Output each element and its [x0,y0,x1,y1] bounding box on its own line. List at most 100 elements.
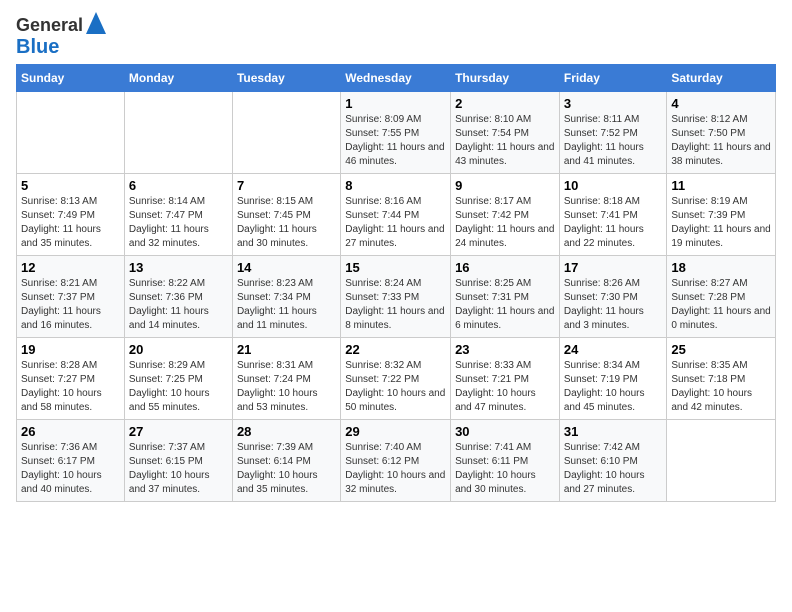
day-info: Sunrise: 8:27 AM Sunset: 7:28 PM Dayligh… [671,277,771,333]
week-row-2: 12 Sunrise: 8:21 AM Sunset: 7:37 PM Dayli… [17,256,776,338]
calendar-cell: 2 Sunrise: 8:10 AM Sunset: 7:54 PM Daylig… [451,92,560,174]
header-day-monday: Monday [124,65,232,92]
calendar-cell: 27 Sunrise: 7:37 AM Sunset: 6:15 PM Dayli… [124,420,232,502]
day-number: 19 [21,342,120,357]
logo: General Blue [16,12,106,58]
day-info: Sunrise: 7:42 AM Sunset: 6:10 PM Dayligh… [564,441,663,497]
calendar-table: SundayMondayTuesdayWednesdayThursdayFrid… [16,64,776,502]
calendar-cell: 30 Sunrise: 7:41 AM Sunset: 6:11 PM Dayli… [451,420,560,502]
header-row: SundayMondayTuesdayWednesdayThursdayFrid… [17,65,776,92]
calendar-cell: 1 Sunrise: 8:09 AM Sunset: 7:55 PM Daylig… [341,92,451,174]
day-info: Sunrise: 8:18 AM Sunset: 7:41 PM Dayligh… [564,195,663,251]
calendar-cell: 25 Sunrise: 8:35 AM Sunset: 7:18 PM Dayli… [667,338,776,420]
day-number: 2 [455,96,555,111]
day-info: Sunrise: 8:33 AM Sunset: 7:21 PM Dayligh… [455,359,555,415]
day-number: 25 [671,342,771,357]
day-info: Sunrise: 8:19 AM Sunset: 7:39 PM Dayligh… [671,195,771,251]
calendar-cell: 18 Sunrise: 8:27 AM Sunset: 7:28 PM Dayli… [667,256,776,338]
calendar-cell: 21 Sunrise: 8:31 AM Sunset: 7:24 PM Dayli… [232,338,340,420]
day-info: Sunrise: 8:26 AM Sunset: 7:30 PM Dayligh… [564,277,663,333]
day-number: 12 [21,260,120,275]
calendar-cell: 13 Sunrise: 8:22 AM Sunset: 7:36 PM Dayli… [124,256,232,338]
day-info: Sunrise: 8:11 AM Sunset: 7:52 PM Dayligh… [564,113,663,169]
week-row-1: 5Sunrise: 8:13 AM Sunset: 7:49 PM Daylig… [17,174,776,256]
calendar-cell: 12 Sunrise: 8:21 AM Sunset: 7:37 PM Dayli… [17,256,125,338]
calendar-cell: 29 Sunrise: 7:40 AM Sunset: 6:12 PM Dayli… [341,420,451,502]
day-info: Sunrise: 7:40 AM Sunset: 6:12 PM Dayligh… [345,441,446,497]
logo-text-blue: Blue [16,36,59,58]
day-number: 27 [129,424,228,439]
calendar-cell: 8Sunrise: 8:16 AM Sunset: 7:44 PM Daylig… [341,174,451,256]
calendar-cell: 20 Sunrise: 8:29 AM Sunset: 7:25 PM Dayli… [124,338,232,420]
day-info: Sunrise: 8:35 AM Sunset: 7:18 PM Dayligh… [671,359,771,415]
calendar-cell: 3Sunrise: 8:11 AM Sunset: 7:52 PM Daylig… [559,92,667,174]
day-number: 11 [671,178,771,193]
day-info: Sunrise: 8:14 AM Sunset: 7:47 PM Dayligh… [129,195,228,251]
calendar-cell [17,92,125,174]
day-info: Sunrise: 8:23 AM Sunset: 7:34 PM Dayligh… [237,277,336,333]
day-info: Sunrise: 8:16 AM Sunset: 7:44 PM Dayligh… [345,195,446,251]
logo-triangle-icon [86,12,106,34]
day-number: 15 [345,260,446,275]
calendar-cell: 15 Sunrise: 8:24 AM Sunset: 7:33 PM Dayli… [341,256,451,338]
day-number: 21 [237,342,336,357]
day-number: 22 [345,342,446,357]
day-number: 20 [129,342,228,357]
day-info: Sunrise: 8:34 AM Sunset: 7:19 PM Dayligh… [564,359,663,415]
header-day-saturday: Saturday [667,65,776,92]
day-info: Sunrise: 8:17 AM Sunset: 7:42 PM Dayligh… [455,195,555,251]
day-number: 26 [21,424,120,439]
logo-shape: General Blue [16,12,106,58]
day-number: 24 [564,342,663,357]
day-info: Sunrise: 8:09 AM Sunset: 7:55 PM Dayligh… [345,113,446,169]
calendar-cell: 9Sunrise: 8:17 AM Sunset: 7:42 PM Daylig… [451,174,560,256]
day-number: 6 [129,178,228,193]
header-day-tuesday: Tuesday [232,65,340,92]
page-container: General Blue SundayMondayTuesdayWednesda… [0,0,792,510]
day-info: Sunrise: 8:22 AM Sunset: 7:36 PM Dayligh… [129,277,228,333]
calendar-cell [124,92,232,174]
week-row-3: 19 Sunrise: 8:28 AM Sunset: 7:27 PM Dayli… [17,338,776,420]
day-info: Sunrise: 7:36 AM Sunset: 6:17 PM Dayligh… [21,441,120,497]
day-number: 31 [564,424,663,439]
day-info: Sunrise: 8:13 AM Sunset: 7:49 PM Dayligh… [21,195,120,251]
day-info: Sunrise: 8:10 AM Sunset: 7:54 PM Dayligh… [455,113,555,169]
day-number: 13 [129,260,228,275]
calendar-cell: 10 Sunrise: 8:18 AM Sunset: 7:41 PM Dayli… [559,174,667,256]
header-day-wednesday: Wednesday [341,65,451,92]
header: General Blue [16,12,776,58]
calendar-cell: 14 Sunrise: 8:23 AM Sunset: 7:34 PM Dayli… [232,256,340,338]
day-number: 1 [345,96,446,111]
calendar-cell: 19 Sunrise: 8:28 AM Sunset: 7:27 PM Dayli… [17,338,125,420]
day-number: 14 [237,260,336,275]
day-info: Sunrise: 8:29 AM Sunset: 7:25 PM Dayligh… [129,359,228,415]
calendar-cell: 4Sunrise: 8:12 AM Sunset: 7:50 PM Daylig… [667,92,776,174]
header-day-sunday: Sunday [17,65,125,92]
day-number: 30 [455,424,555,439]
day-number: 10 [564,178,663,193]
calendar-cell [667,420,776,502]
day-info: Sunrise: 8:31 AM Sunset: 7:24 PM Dayligh… [237,359,336,415]
header-day-friday: Friday [559,65,667,92]
calendar-cell: 6 Sunrise: 8:14 AM Sunset: 7:47 PM Daylig… [124,174,232,256]
day-number: 7 [237,178,336,193]
day-info: Sunrise: 8:28 AM Sunset: 7:27 PM Dayligh… [21,359,120,415]
day-number: 18 [671,260,771,275]
day-number: 16 [455,260,555,275]
day-info: Sunrise: 8:24 AM Sunset: 7:33 PM Dayligh… [345,277,446,333]
week-row-0: 1 Sunrise: 8:09 AM Sunset: 7:55 PM Daylig… [17,92,776,174]
day-info: Sunrise: 8:25 AM Sunset: 7:31 PM Dayligh… [455,277,555,333]
day-info: Sunrise: 7:41 AM Sunset: 6:11 PM Dayligh… [455,441,555,497]
day-info: Sunrise: 8:15 AM Sunset: 7:45 PM Dayligh… [237,195,336,251]
calendar-body: 1 Sunrise: 8:09 AM Sunset: 7:55 PM Daylig… [17,92,776,502]
day-info: Sunrise: 8:32 AM Sunset: 7:22 PM Dayligh… [345,359,446,415]
day-info: Sunrise: 8:12 AM Sunset: 7:50 PM Dayligh… [671,113,771,169]
calendar-cell: 7 Sunrise: 8:15 AM Sunset: 7:45 PM Daylig… [232,174,340,256]
calendar-cell: 22 Sunrise: 8:32 AM Sunset: 7:22 PM Dayli… [341,338,451,420]
calendar-cell: 26 Sunrise: 7:36 AM Sunset: 6:17 PM Dayli… [17,420,125,502]
day-info: Sunrise: 7:37 AM Sunset: 6:15 PM Dayligh… [129,441,228,497]
day-number: 29 [345,424,446,439]
day-info: Sunrise: 8:21 AM Sunset: 7:37 PM Dayligh… [21,277,120,333]
calendar-cell: 5Sunrise: 8:13 AM Sunset: 7:49 PM Daylig… [17,174,125,256]
calendar-cell: 17Sunrise: 8:26 AM Sunset: 7:30 PM Dayli… [559,256,667,338]
